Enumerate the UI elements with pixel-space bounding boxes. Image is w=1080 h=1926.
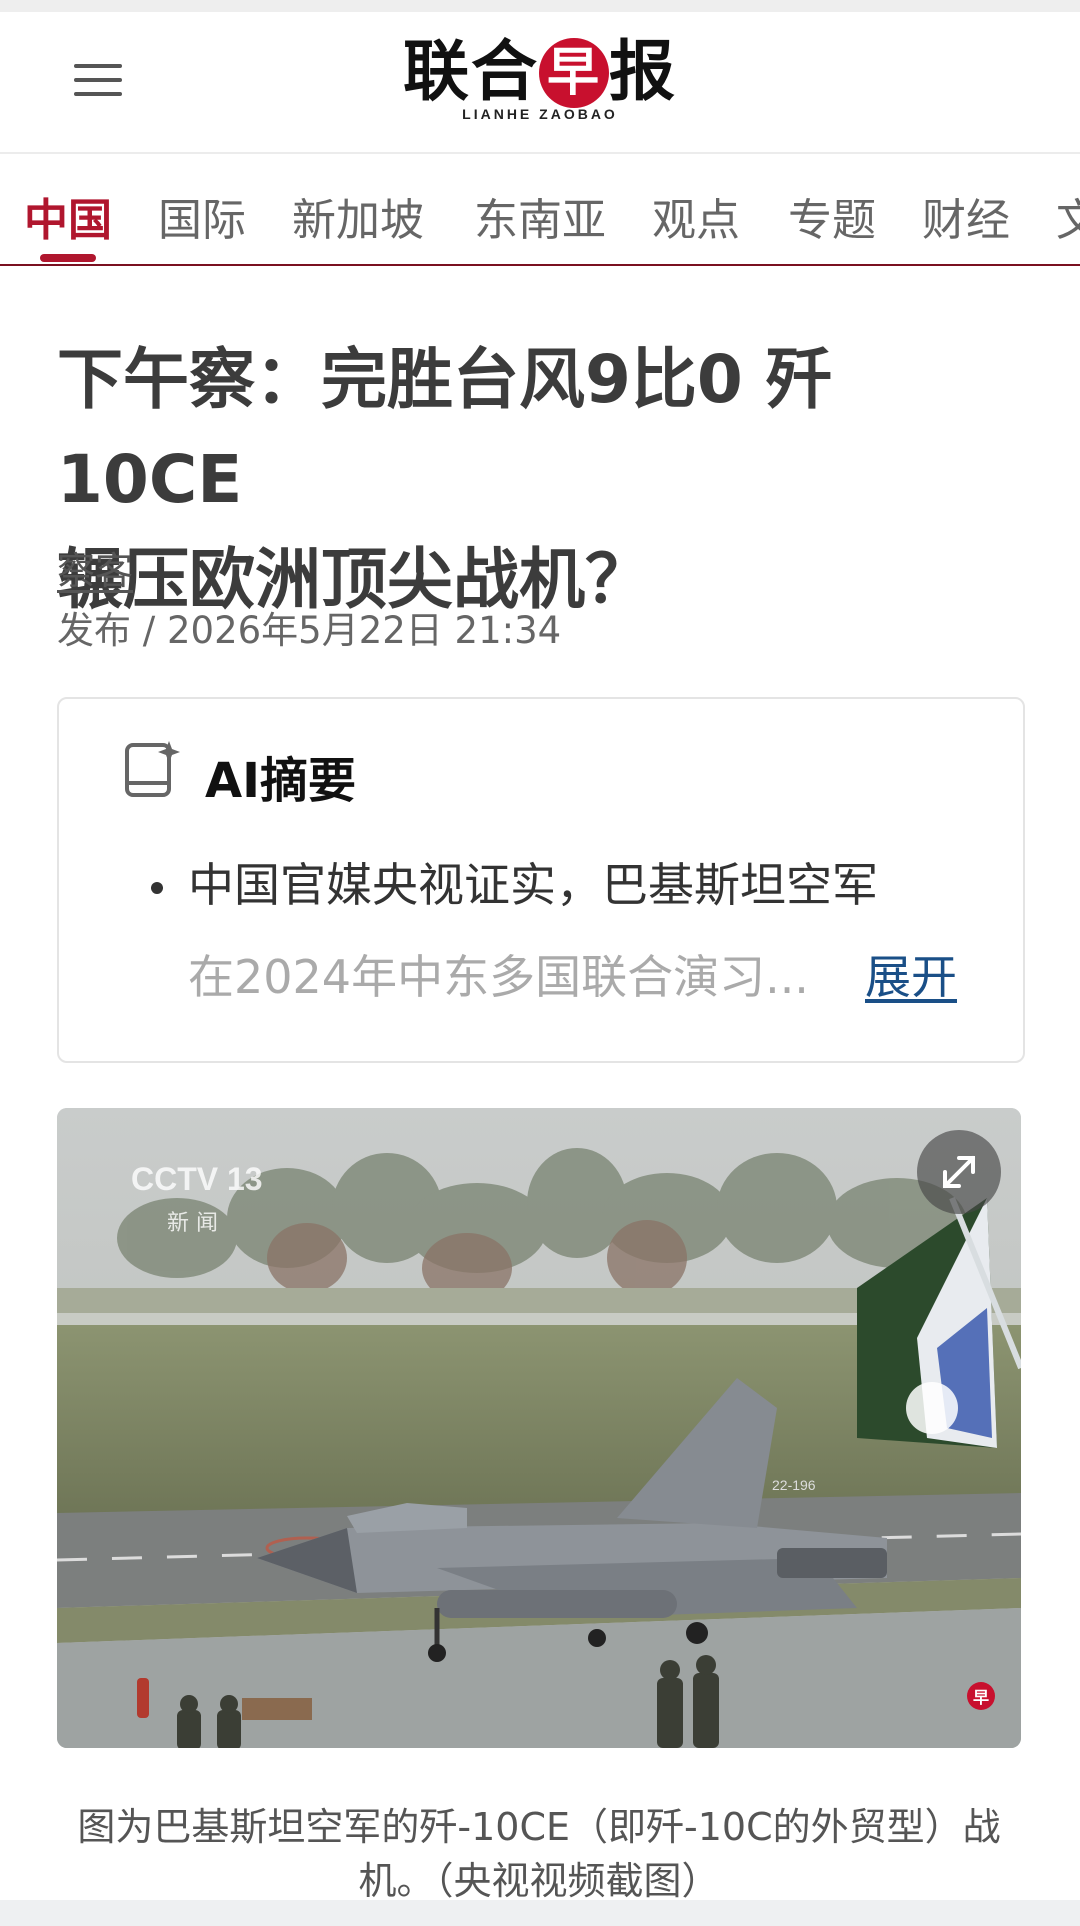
photo-caption: 图为巴基斯坦空军的歼-10CE（即歼-10C的外贸型）战 机。（央视视频截图）	[77, 1805, 1001, 1903]
section-tabs: 中国 国际 新加坡 东南亚 观点 专题 财经 文	[0, 154, 1080, 266]
article-headline: 下午察：完胜台风9比0 歼10CE 辗压欧洲顶尖战机？	[57, 341, 832, 618]
logo-chinese: 联合早报	[403, 32, 677, 110]
article-photo[interactable]: CCTV 13 新 闻 22-196 早	[57, 1108, 1021, 1748]
logo-red-circle: 早	[539, 38, 609, 108]
tab-china[interactable]: 中国	[24, 184, 112, 248]
publish-date: 发布 / 2026年5月22日 21:34	[57, 609, 562, 652]
tab-singapore[interactable]: 新加坡	[292, 184, 424, 248]
ai-summary-box: AI摘要 中国官媒央视证实，巴基斯坦空军 在2024年中东多国联合演习... 展…	[57, 697, 1025, 1063]
tab-finance[interactable]: 财经	[922, 184, 1010, 248]
jet-tail-number: 22-196	[772, 1477, 816, 1493]
hamburger-menu-icon[interactable]	[74, 64, 122, 104]
tab-southeast-asia[interactable]: 东南亚	[474, 184, 606, 248]
ai-summary-book-icon	[125, 741, 180, 797]
tab-culture[interactable]: 文	[1056, 184, 1080, 248]
jet-photo-illustration: CCTV 13 新 闻 22-196 早	[57, 1108, 1021, 1748]
site-logo[interactable]: 联合早报 LIANHE ZAOBAO	[360, 32, 720, 122]
status-strip	[0, 0, 1080, 12]
author-link[interactable]: 察客	[57, 540, 133, 595]
active-tab-indicator	[40, 254, 96, 262]
bullet-dot	[151, 882, 163, 894]
cctv-watermark: CCTV 13	[131, 1161, 263, 1197]
cctv-watermark-sub: 新 闻	[167, 1211, 218, 1236]
ai-summary-title: AI摘要	[205, 753, 357, 809]
masthead: 联合早报 LIANHE ZAOBAO	[0, 12, 1080, 154]
bottom-strip	[0, 1900, 1080, 1926]
ai-summary-line-2: 在2024年中东多国联合演习...	[188, 950, 809, 1004]
ai-summary-line-1: 中国官媒央视证实，巴基斯坦空军	[188, 858, 878, 912]
tab-opinion[interactable]: 观点	[652, 184, 740, 248]
tab-international[interactable]: 国际	[158, 184, 246, 248]
expand-arrows-icon[interactable]	[917, 1130, 1001, 1214]
svg-text:早: 早	[973, 1688, 989, 1707]
tab-special[interactable]: 专题	[788, 184, 876, 248]
expand-summary-link[interactable]: 展开	[865, 941, 957, 1007]
